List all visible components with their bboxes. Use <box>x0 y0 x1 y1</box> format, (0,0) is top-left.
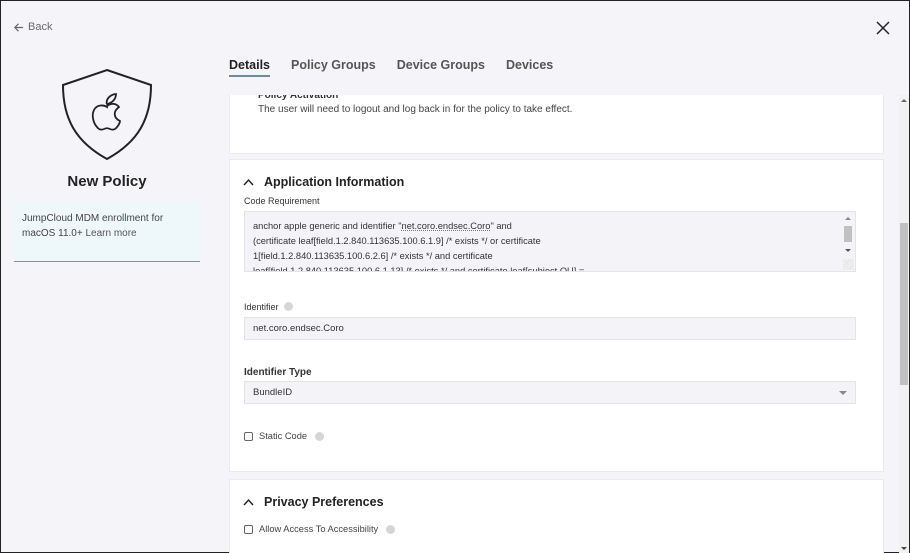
code-line-1-post: " and <box>490 221 512 231</box>
identifier-label-row: Identifier <box>244 302 293 312</box>
back-label: Back <box>28 21 53 33</box>
privacy-preferences-heading: Privacy Preferences <box>264 495 384 509</box>
tab-details[interactable]: Details <box>229 58 270 77</box>
policy-activation-heading: Policy Activation <box>258 95 339 101</box>
code-line-2: (certificate leaf[field.1.2.840.113635.1… <box>253 236 541 246</box>
policy-activation-card: Policy Activation The user will need to … <box>229 95 884 154</box>
chevron-up-icon <box>243 178 254 186</box>
page-scroll-thumb[interactable] <box>900 223 908 385</box>
textarea-scrollbar[interactable] <box>843 213 854 270</box>
info-icon[interactable] <box>315 431 325 441</box>
policy-title: New Policy <box>67 173 147 190</box>
identifier-input[interactable]: net.coro.endsec.Coro <box>244 317 856 340</box>
tab-policy-groups[interactable]: Policy Groups <box>291 58 376 77</box>
tab-device-groups[interactable]: Device Groups <box>397 58 485 77</box>
allow-accessibility-checkbox[interactable]: Allow Access To Accessibility <box>244 524 396 534</box>
application-information-heading: Application Information <box>264 175 405 189</box>
code-requirement-textarea[interactable]: anchor apple generic and identifier "net… <box>244 211 856 272</box>
tab-bar: Details Policy Groups Device Groups Devi… <box>229 58 553 77</box>
scroll-up-icon[interactable] <box>845 217 851 220</box>
static-code-checkbox[interactable]: Static Code <box>244 431 325 441</box>
identifier-label: Identifier <box>244 302 279 312</box>
code-requirement-label: Code Requirement <box>244 196 320 206</box>
identifier-type-label: Identifier Type <box>244 367 312 378</box>
policy-activation-text: The user will need to logout and log bac… <box>258 104 573 115</box>
info-icon[interactable] <box>283 302 293 311</box>
learn-more-link[interactable]: Learn more <box>85 228 136 239</box>
info-icon[interactable] <box>386 524 396 534</box>
page-scrollbar[interactable] <box>899 95 909 553</box>
code-line-4: leaf[field.1.2.840.113635.100.6.1.13] /*… <box>253 266 585 272</box>
arrow-left-icon <box>13 22 24 32</box>
checkbox-icon[interactable] <box>244 524 253 534</box>
application-information-toggle[interactable]: Application Information <box>243 175 404 189</box>
resize-handle-icon[interactable] <box>843 259 854 270</box>
back-button[interactable]: Back <box>13 21 52 33</box>
application-information-card: Application Information Code Requirement… <box>229 159 884 472</box>
scroll-down-icon[interactable] <box>845 249 851 252</box>
tab-devices[interactable]: Devices <box>506 58 553 77</box>
scroll-down-icon[interactable] <box>901 547 907 550</box>
details-content: Policy Activation The user will need to … <box>229 95 884 553</box>
checkbox-icon[interactable] <box>244 431 253 441</box>
scroll-up-icon[interactable] <box>901 99 907 102</box>
identifier-type-value: BundleID <box>253 387 293 398</box>
privacy-preferences-card: Privacy Preferences Allow Access To Acce… <box>229 479 884 553</box>
allow-accessibility-label: Allow Access To Accessibility <box>259 524 379 534</box>
dropdown-caret-icon <box>839 390 847 395</box>
code-line-1-pre: anchor apple generic and identifier " <box>253 221 402 231</box>
identifier-type-select[interactable]: BundleID <box>244 381 856 404</box>
static-code-label: Static Code <box>259 431 308 441</box>
policy-summary-panel: New Policy JumpCloud MDM enrollment for … <box>14 61 200 262</box>
code-line-3: 1[field.1.2.840.113635.100.6.2.6] /* exi… <box>253 251 493 261</box>
code-line-1-identifier: net.coro.endsec.Coro <box>401 221 491 231</box>
privacy-preferences-toggle[interactable]: Privacy Preferences <box>243 495 384 509</box>
textarea-scroll-thumb[interactable] <box>844 226 852 242</box>
policy-description: JumpCloud MDM enrollment for macOS 11.0+… <box>14 202 200 262</box>
close-icon[interactable] <box>875 20 891 36</box>
chevron-up-icon <box>243 498 254 506</box>
apple-shield-icon <box>61 68 153 161</box>
